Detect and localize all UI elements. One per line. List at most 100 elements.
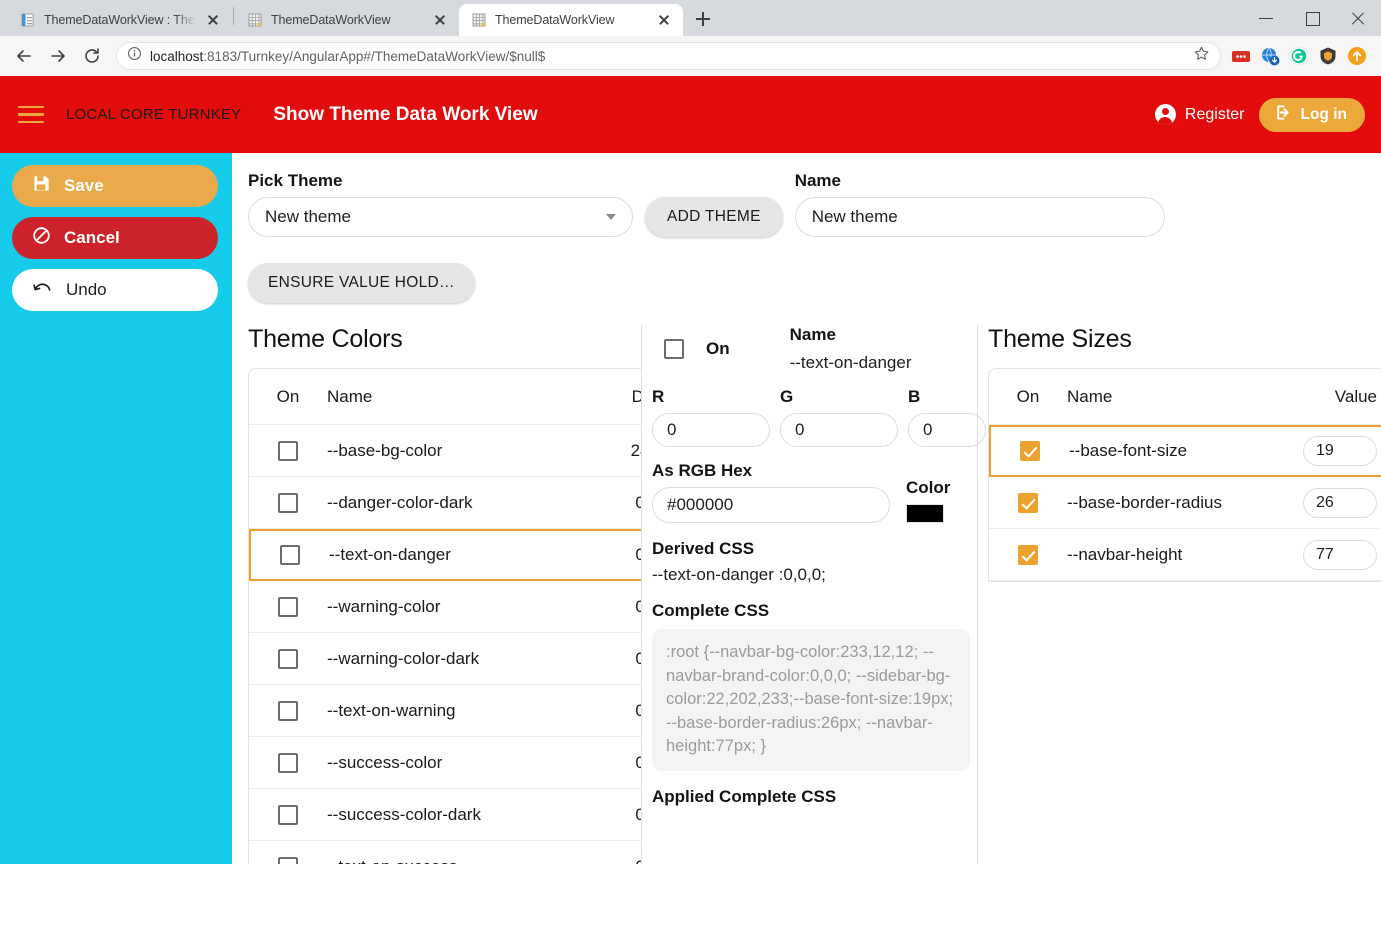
- pick-theme-select[interactable]: New theme: [248, 197, 633, 237]
- table-row[interactable]: --success-color 0,0: [249, 737, 641, 789]
- browser-tab-2[interactable]: ThemeDataWorkView: [235, 4, 459, 36]
- row-on-cell: [991, 441, 1069, 461]
- row-on-checkbox[interactable]: [278, 752, 298, 773]
- table-row[interactable]: --text-on-danger 0,0: [249, 529, 641, 581]
- reload-icon[interactable]: [76, 40, 108, 72]
- column-header-derived: Der: [561, 387, 641, 407]
- color-swatch[interactable]: [906, 504, 944, 523]
- window-close-icon[interactable]: [1335, 2, 1381, 34]
- derived-css-label: Derived CSS: [652, 539, 755, 558]
- row-on-checkbox[interactable]: [278, 648, 298, 669]
- register-link[interactable]: Register: [1154, 104, 1245, 125]
- g-label: G: [780, 387, 794, 406]
- ensure-value-holder-button[interactable]: ENSURE VALUE HOLD…: [248, 263, 475, 303]
- row-value-input[interactable]: 19: [1303, 436, 1377, 466]
- tab-divider: [233, 6, 234, 25]
- ensure-row: ENSURE VALUE HOLD…: [248, 263, 1381, 303]
- forward-icon[interactable]: [42, 40, 74, 72]
- g-input[interactable]: 0: [780, 413, 898, 447]
- column-header-on: On: [1016, 386, 1040, 406]
- close-icon[interactable]: [655, 11, 673, 29]
- shield-extension-icon[interactable]: [1318, 46, 1338, 66]
- undo-arrow-icon: [32, 278, 53, 302]
- name-label: Name: [794, 171, 842, 190]
- row-on-cell: [249, 492, 327, 513]
- url-host: localhost: [150, 48, 204, 64]
- add-theme-button[interactable]: ADD THEME: [645, 197, 783, 237]
- row-on-checkbox[interactable]: [278, 856, 298, 864]
- grammarly-icon[interactable]: [1289, 46, 1309, 66]
- site-info-icon[interactable]: [127, 46, 142, 66]
- close-icon[interactable]: [204, 11, 222, 29]
- table-row[interactable]: --text-on-success0,0: [249, 841, 641, 864]
- grid-favicon: [247, 12, 263, 28]
- g-group: G 0: [780, 387, 898, 447]
- browser-tab-3-active[interactable]: ThemeDataWorkView: [459, 4, 683, 36]
- browser-tab-1[interactable]: ThemeDataWorkView : ThemeDa: [8, 4, 232, 36]
- orange-extension-icon[interactable]: [1347, 46, 1367, 66]
- table-row[interactable]: --danger-color-dark 0,0: [249, 477, 641, 529]
- hamburger-menu-icon[interactable]: [18, 105, 44, 124]
- table-row[interactable]: --base-font-size 19: [989, 425, 1381, 477]
- cancel-button[interactable]: Cancel: [12, 217, 218, 259]
- name-input[interactable]: New theme: [794, 197, 1165, 237]
- row-on-checkbox[interactable]: [278, 700, 298, 721]
- complete-css-textarea[interactable]: :root {--navbar-bg-color:233,12,12; --na…: [652, 629, 970, 771]
- row-name-cell: --success-color: [327, 752, 443, 772]
- row-value-input[interactable]: 77: [1303, 539, 1377, 570]
- sidebar: Save Cancel Undo: [0, 153, 232, 864]
- back-icon[interactable]: [8, 40, 40, 72]
- column-header-name: Name: [1067, 386, 1113, 406]
- red-extension-icon[interactable]: [1231, 46, 1251, 66]
- hex-group: As RGB Hex #000000: [652, 461, 890, 523]
- table-row[interactable]: --base-border-radius 26: [989, 477, 1381, 529]
- brand-label[interactable]: LOCAL CORE TURNKEY: [66, 106, 241, 123]
- hex-input[interactable]: #000000: [652, 487, 890, 523]
- browser-tab-title: ThemeDataWorkView : ThemeDa: [44, 13, 196, 27]
- row-on-checkbox[interactable]: [1018, 544, 1038, 565]
- table-row[interactable]: --navbar-height 77: [989, 529, 1381, 581]
- login-button[interactable]: Log in: [1258, 97, 1365, 132]
- theme-colors-rows: --base-bg-color 243 --danger-color-dark 0,0…: [249, 425, 641, 864]
- table-row[interactable]: --base-bg-color 243: [249, 425, 641, 477]
- row-name-cell: --danger-color-dark: [327, 492, 473, 512]
- new-tab-button[interactable]: [689, 5, 717, 33]
- table-row[interactable]: --warning-color 0,0: [249, 581, 641, 633]
- row-on-checkbox[interactable]: [278, 596, 298, 617]
- row-name-cell: --warning-color-dark: [327, 648, 480, 668]
- row-on-checkbox[interactable]: [278, 440, 298, 461]
- globe-download-icon[interactable]: [1260, 46, 1280, 66]
- minimize-icon[interactable]: [1243, 2, 1289, 34]
- undo-button[interactable]: Undo: [12, 269, 218, 311]
- detail-on-checkbox[interactable]: [664, 339, 684, 359]
- complete-css-label: Complete CSS: [652, 601, 770, 620]
- b-input[interactable]: 0: [908, 413, 986, 447]
- maximize-icon[interactable]: [1289, 2, 1335, 34]
- row-derived-cell: 0,0: [561, 597, 641, 617]
- row-on-checkbox[interactable]: [280, 545, 300, 565]
- row-derived-cell: 0,0: [561, 545, 641, 565]
- detail-name-group: Name --text-on-danger: [790, 325, 912, 373]
- table-row[interactable]: --warning-color-dark 0,0: [249, 633, 641, 685]
- row-on-checkbox[interactable]: [278, 804, 298, 825]
- table-row[interactable]: --success-color-dark 0,0: [249, 789, 641, 841]
- login-arrow-icon: [1273, 103, 1292, 127]
- save-floppy-icon: [32, 174, 51, 198]
- save-button[interactable]: Save: [12, 165, 218, 207]
- r-input[interactable]: 0: [652, 413, 770, 447]
- row-value-input[interactable]: 26: [1303, 487, 1377, 518]
- color-group: Color: [906, 478, 950, 523]
- browser-chrome: ThemeDataWorkView : ThemeDa ThemeDataWor…: [0, 0, 1381, 76]
- row-on-checkbox[interactable]: [1020, 441, 1040, 461]
- register-label: Register: [1184, 105, 1245, 123]
- row-on-checkbox[interactable]: [278, 492, 298, 513]
- pick-theme-value: New theme: [265, 207, 351, 226]
- chevron-down-icon: [606, 214, 616, 220]
- theme-colors-title: Theme Colors: [248, 325, 403, 353]
- b-group: B 0: [908, 387, 986, 447]
- bookmark-star-icon[interactable]: [1193, 45, 1210, 67]
- close-icon[interactable]: [431, 11, 449, 29]
- address-bar[interactable]: localhost:8183/Turnkey/AngularApp#/Theme…: [116, 42, 1221, 70]
- table-row[interactable]: --text-on-warning 0,0: [249, 685, 641, 737]
- row-on-checkbox[interactable]: [1018, 492, 1038, 513]
